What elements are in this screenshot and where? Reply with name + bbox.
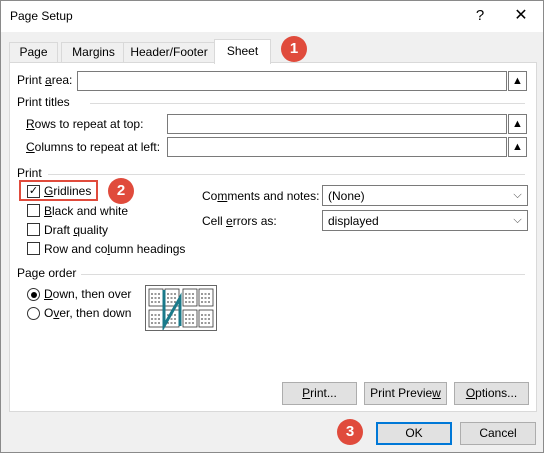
tab-page[interactable]: Page	[9, 42, 58, 63]
tab-sheet[interactable]: Sheet	[214, 39, 271, 64]
window-title: Page Setup	[10, 9, 73, 23]
divider	[81, 274, 525, 275]
rows-collapse-button[interactable]: ▲	[508, 114, 527, 134]
divider	[48, 174, 525, 175]
cancel-button[interactable]: Cancel	[460, 422, 536, 445]
row-column-headings-label[interactable]: Row and column headings	[44, 242, 185, 256]
print-titles-heading: Print titles	[17, 95, 70, 109]
help-button[interactable]: ?	[467, 5, 493, 27]
draft-quality-label[interactable]: Draft quality	[44, 223, 108, 237]
check-icon: ✓	[28, 185, 39, 197]
up-arrow-icon: ▲	[512, 118, 523, 130]
page-order-preview-graphic	[148, 288, 214, 332]
draft-quality-checkbox[interactable]	[27, 223, 40, 236]
down-then-over-radio[interactable]	[27, 288, 40, 301]
columns-to-repeat-input[interactable]	[167, 137, 507, 157]
gridlines-label[interactable]: Gridlines	[44, 184, 91, 198]
page-order-preview-image	[145, 285, 217, 332]
tab-header-footer[interactable]: Header/Footer	[123, 42, 215, 63]
divider	[90, 103, 525, 104]
tab-margins[interactable]: Margins	[61, 42, 126, 63]
ok-button[interactable]: OK	[376, 422, 452, 445]
cell-errors-select[interactable]: displayed ⌵	[322, 210, 528, 231]
columns-collapse-button[interactable]: ▲	[508, 137, 527, 157]
black-and-white-checkbox[interactable]	[27, 204, 40, 217]
cell-errors-label: Cell errors as:	[202, 214, 277, 228]
up-arrow-icon: ▲	[512, 75, 523, 87]
page-order-heading: Page order	[17, 266, 77, 280]
close-button[interactable]: ✕	[507, 5, 535, 27]
options-button[interactable]: Options...	[454, 382, 529, 405]
title-bar: Page Setup ? ✕	[1, 1, 543, 32]
callout-1: 1	[281, 36, 307, 62]
down-then-over-label[interactable]: Down, then over	[44, 287, 131, 301]
chevron-down-icon: ⌵	[513, 214, 522, 226]
over-then-down-label[interactable]: Over, then down	[44, 306, 131, 320]
radio-selected-dot	[30, 291, 37, 298]
up-arrow-icon: ▲	[512, 141, 523, 153]
print-area-input[interactable]	[77, 71, 507, 91]
columns-to-repeat-label: Columns to repeat at left:	[26, 140, 161, 154]
gridlines-checkbox[interactable]: ✓	[27, 185, 40, 198]
sheet-panel: Print area: ▲ Print titles Rows to repea…	[9, 62, 537, 412]
rows-to-repeat-input[interactable]	[167, 114, 507, 134]
callout-3: 3	[337, 419, 363, 445]
chevron-down-icon: ⌵	[513, 189, 522, 201]
row-column-headings-checkbox[interactable]	[27, 242, 40, 255]
rows-to-repeat-label: Rows to repeat at top:	[26, 117, 144, 131]
print-area-label: Print area:	[17, 73, 73, 87]
callout-2: 2	[108, 178, 134, 204]
print-preview-button[interactable]: Print Preview	[364, 382, 447, 405]
over-then-down-radio[interactable]	[27, 307, 40, 320]
print-button[interactable]: Print...	[282, 382, 357, 405]
comments-notes-label: Comments and notes:	[202, 189, 320, 203]
print-heading: Print	[17, 166, 42, 180]
black-and-white-label[interactable]: Black and white	[44, 204, 128, 218]
print-area-collapse-button[interactable]: ▲	[508, 71, 527, 91]
comments-notes-select[interactable]: (None) ⌵	[322, 185, 528, 206]
page-setup-dialog: Page Setup ? ✕ Page Margins Header/Foote…	[0, 0, 544, 453]
